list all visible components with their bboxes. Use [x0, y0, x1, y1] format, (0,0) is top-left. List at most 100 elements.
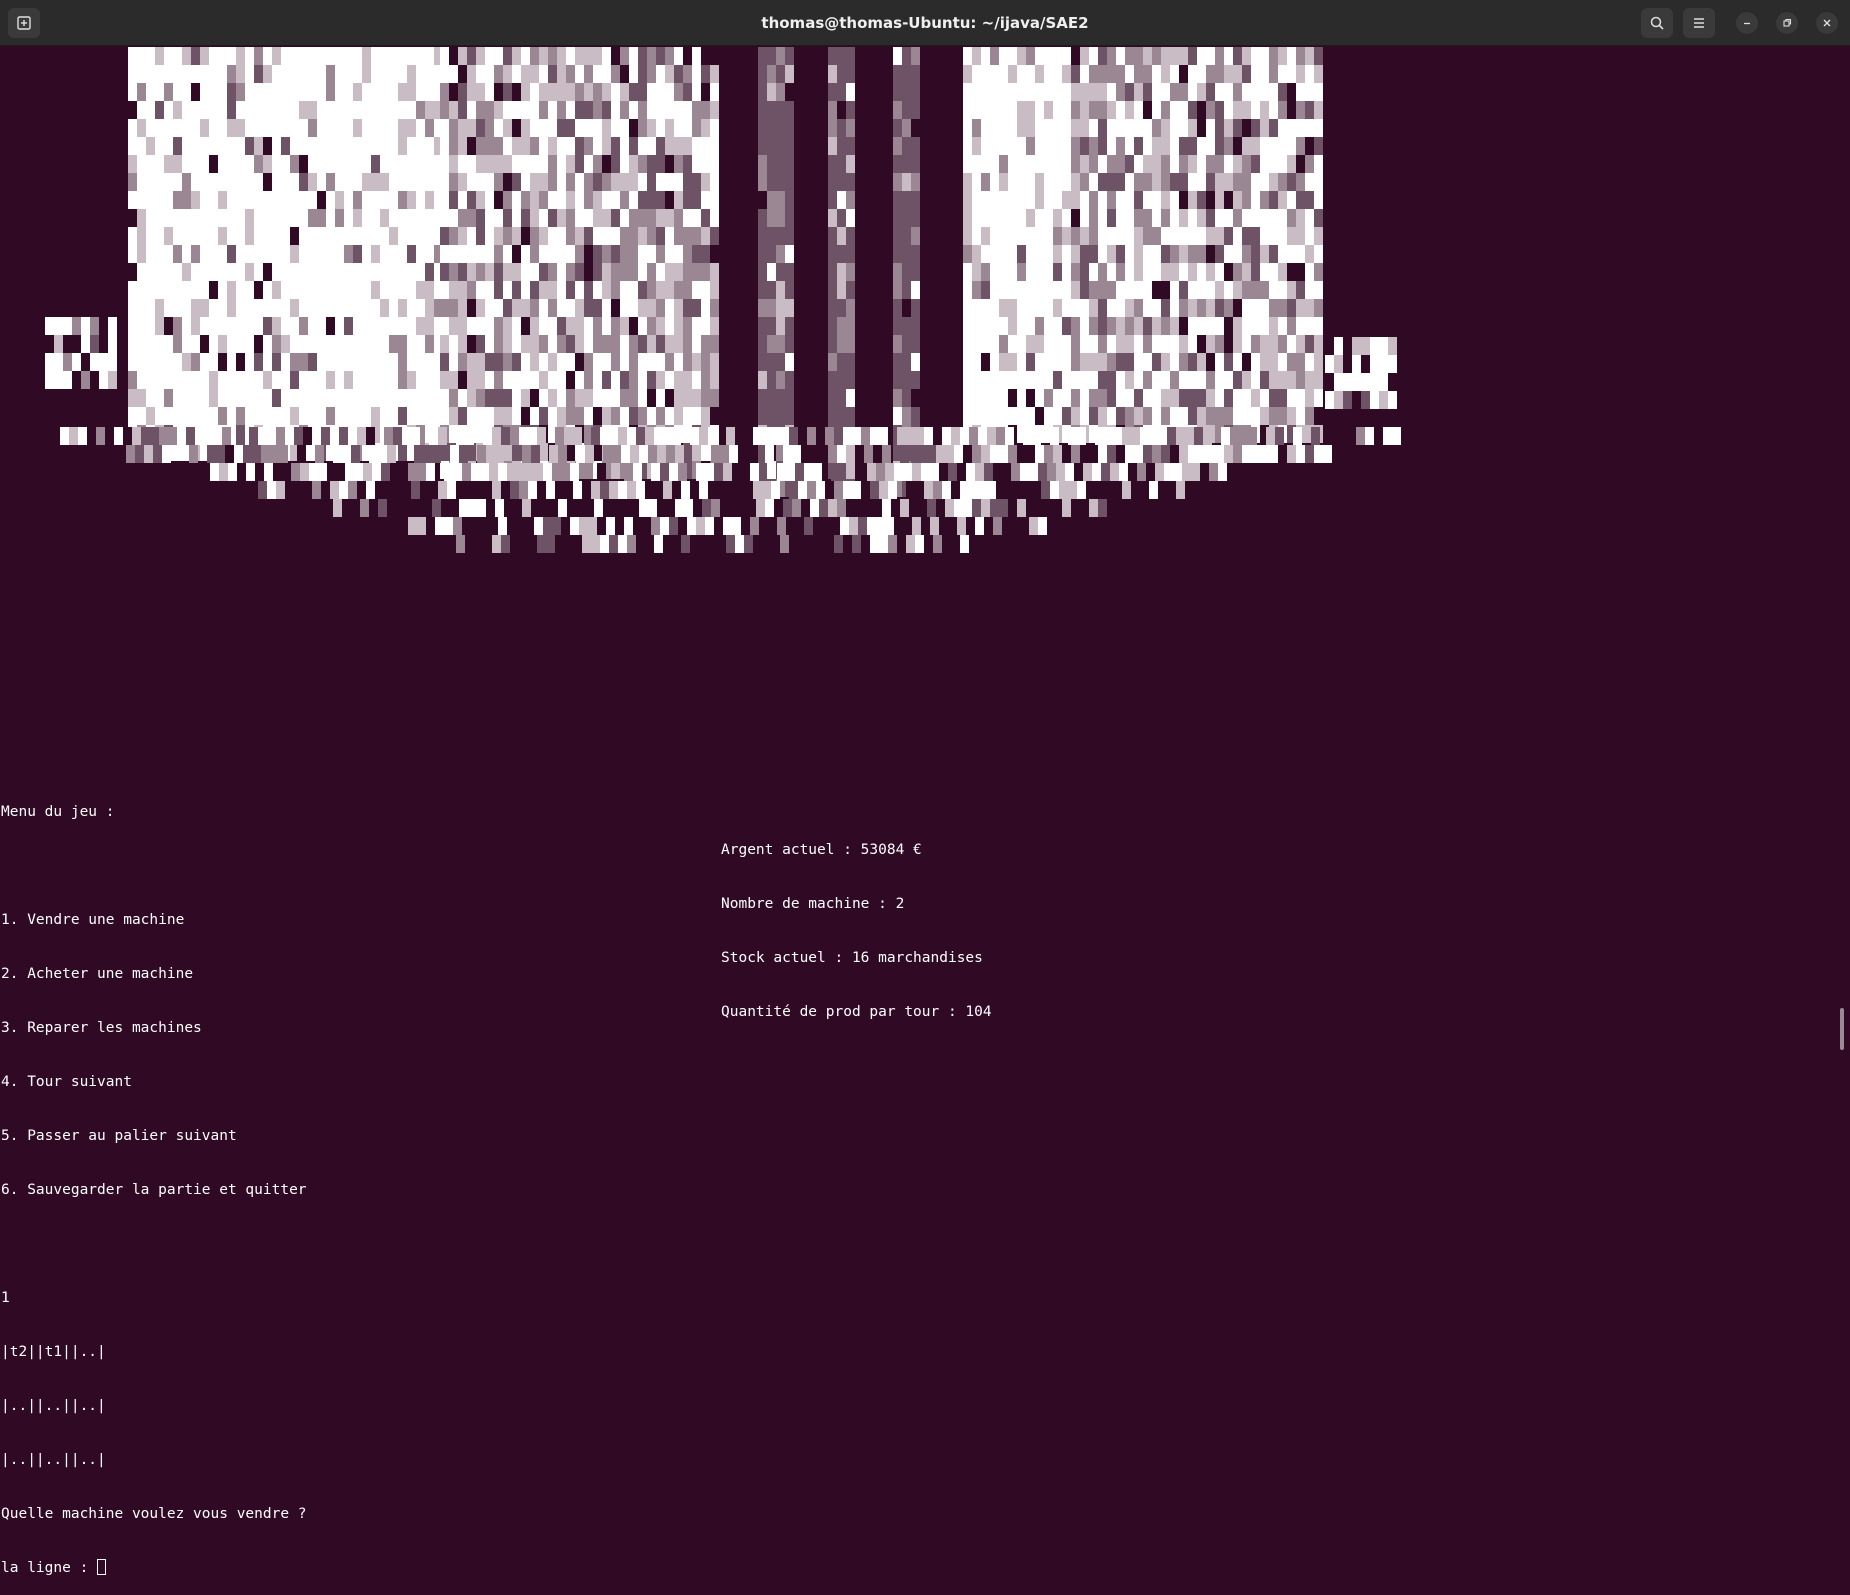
- art-pixel: [290, 299, 299, 317]
- art-pixel: [828, 407, 837, 425]
- art-pixel: [1230, 427, 1239, 445]
- art-pixel: [263, 137, 272, 155]
- search-button[interactable]: [1641, 8, 1673, 38]
- art-pixel: [1269, 407, 1278, 425]
- art-pixel: [1053, 281, 1062, 299]
- art-pixel: [669, 517, 678, 535]
- art-pixel: [471, 463, 480, 481]
- art-pixel: [449, 299, 458, 317]
- art-pixel: [467, 317, 476, 335]
- art-pixel: [1143, 263, 1152, 281]
- text-cursor[interactable]: [97, 1559, 107, 1575]
- art-pixel: [1143, 155, 1152, 173]
- scrollbar[interactable]: [1840, 1008, 1844, 1050]
- art-pixel: [1008, 119, 1017, 137]
- art-pixel: [137, 119, 146, 137]
- art-pixel: [963, 137, 972, 155]
- art-pixel: [236, 227, 245, 245]
- art-pixel: [1179, 65, 1188, 83]
- menu-button[interactable]: [1683, 8, 1715, 38]
- art-pixel: [638, 407, 647, 425]
- art-pixel: [933, 535, 942, 553]
- art-pixel: [629, 245, 638, 263]
- art-pixel: [137, 227, 146, 245]
- art-pixel: [1089, 209, 1098, 227]
- art-pixel: [828, 209, 837, 227]
- art-pixel: [981, 227, 990, 245]
- art-pixel: [1008, 353, 1017, 371]
- art-pixel: [326, 299, 335, 317]
- art-pixel: [1125, 209, 1134, 227]
- art-pixel: [1179, 119, 1188, 137]
- art-pixel: [137, 263, 146, 281]
- art-pixel: [602, 263, 611, 281]
- art-pixel: [1224, 263, 1233, 281]
- art-pixel: [362, 191, 371, 209]
- art-pixel: [1026, 299, 1035, 317]
- art-pixel: [308, 371, 317, 389]
- restore-button[interactable]: [1776, 12, 1798, 34]
- art-pixel: [602, 137, 611, 155]
- art-pixel: [362, 299, 371, 317]
- art-pixel: [326, 65, 335, 83]
- art-pixel: [602, 101, 611, 119]
- art-pixel: [416, 173, 425, 191]
- art-pixel: [512, 407, 521, 425]
- art-pixel: [182, 65, 191, 83]
- art-pixel: [1170, 245, 1179, 263]
- art-pixel: [1361, 337, 1370, 355]
- close-button[interactable]: [1816, 12, 1838, 34]
- prompt-line[interactable]: la ligne :: [1, 1559, 307, 1577]
- art-pixel: [440, 101, 449, 119]
- art-pixel: [593, 389, 602, 407]
- art-pixel: [290, 281, 299, 299]
- art-pixel: [1191, 463, 1200, 481]
- art-pixel: [371, 335, 380, 353]
- art-pixel: [407, 227, 416, 245]
- art-pixel: [1017, 245, 1026, 263]
- art-pixel: [299, 299, 308, 317]
- art-pixel: [954, 445, 963, 463]
- art-pixel: [981, 499, 990, 517]
- art-pixel: [678, 463, 687, 481]
- art-pixel: [593, 119, 602, 137]
- art-pixel: [767, 173, 776, 191]
- art-pixel: [1098, 47, 1107, 65]
- art-pixel: [173, 335, 182, 353]
- art-pixel: [407, 335, 416, 353]
- art-pixel: [1197, 47, 1206, 65]
- art-pixel: [1206, 119, 1215, 137]
- art-pixel: [1098, 499, 1107, 517]
- art-pixel: [245, 227, 254, 245]
- art-pixel: [584, 119, 593, 137]
- art-pixel: [1008, 299, 1017, 317]
- art-pixel: [963, 83, 972, 101]
- art-pixel: [1071, 101, 1080, 119]
- art-pixel: [245, 137, 254, 155]
- art-pixel: [1062, 389, 1071, 407]
- minimize-button[interactable]: [1736, 12, 1758, 34]
- art-pixel: [1179, 47, 1188, 65]
- art-pixel: [846, 461, 855, 479]
- art-pixel: [335, 47, 344, 65]
- art-pixel: [267, 427, 276, 445]
- art-pixel: [525, 463, 534, 481]
- art-pixel: [438, 481, 447, 499]
- art-pixel: [272, 317, 281, 335]
- art-pixel: [1206, 335, 1215, 353]
- art-pixel: [425, 353, 434, 371]
- art-pixel: [990, 389, 999, 407]
- art-pixel: [912, 517, 921, 535]
- art-pixel: [449, 173, 458, 191]
- art-pixel: [281, 389, 290, 407]
- art-pixel: [638, 119, 647, 137]
- art-pixel: [1035, 119, 1044, 137]
- art-pixel: [363, 463, 372, 481]
- art-pixel: [1053, 83, 1062, 101]
- art-pixel: [837, 281, 846, 299]
- art-pixel: [398, 371, 407, 389]
- art-pixel: [683, 317, 692, 335]
- art-pixel: [519, 427, 528, 445]
- art-pixel: [1370, 391, 1379, 409]
- art-pixel: [1296, 47, 1305, 65]
